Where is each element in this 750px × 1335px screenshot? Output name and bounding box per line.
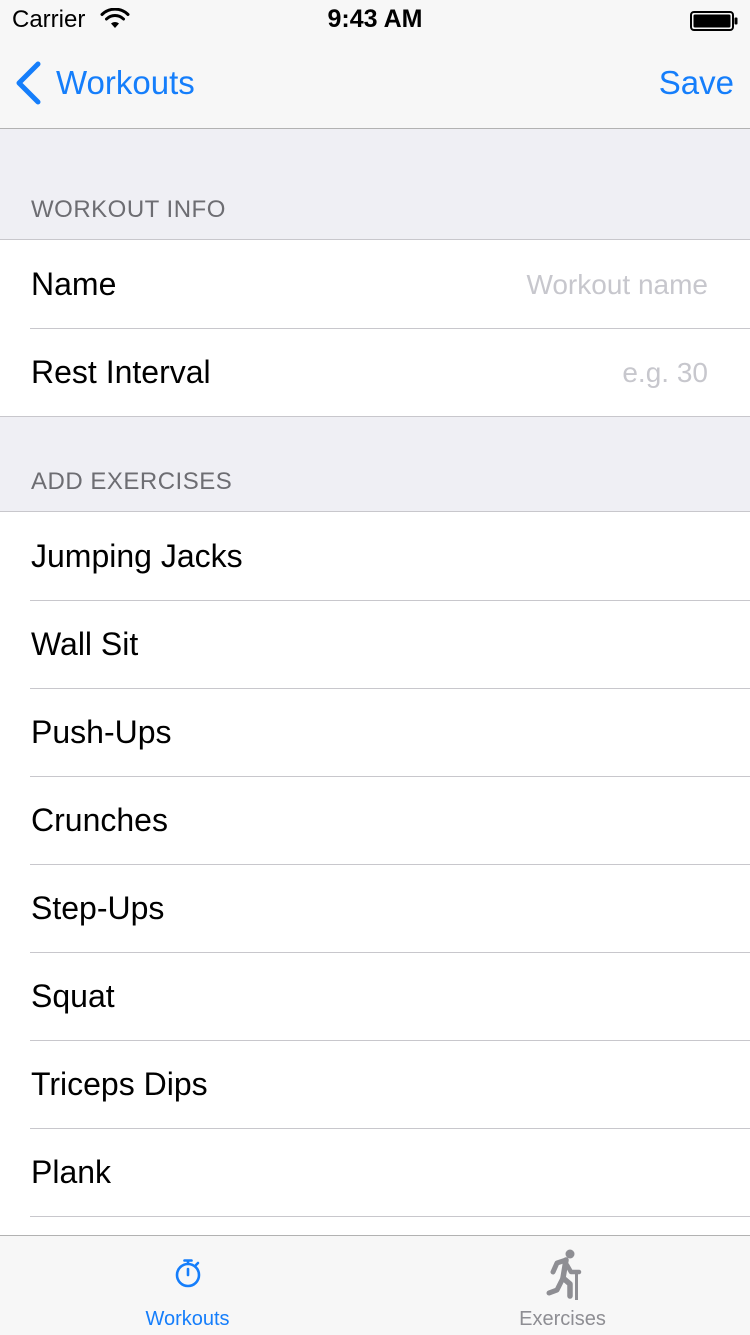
navigation-bar: Workouts Save: [0, 40, 750, 129]
tab-bar: Workouts Exercises: [0, 1235, 750, 1335]
workout-name-field[interactable]: [346, 240, 710, 330]
name-row[interactable]: Name: [0, 240, 750, 330]
exercise-label: Push-Ups: [31, 713, 172, 750]
exercise-label: Step-Ups: [31, 889, 165, 926]
list-item[interactable]: [0, 1216, 750, 1236]
section-header-workout-info: WORKOUT INFO: [31, 196, 226, 223]
status-time: 9:43 AM: [327, 5, 423, 33]
list-item[interactable]: Jumping Jacks: [0, 512, 750, 600]
list-item[interactable]: Plank: [0, 1128, 750, 1216]
rest-interval-label: Rest Interval: [31, 353, 211, 390]
tab-exercises-label: Exercises: [519, 1308, 606, 1330]
section-header-add-exercises: ADD EXERCISES: [31, 468, 233, 495]
rest-interval-row[interactable]: Rest Interval: [0, 328, 750, 418]
exercise-label: Triceps Dips: [31, 1065, 208, 1102]
tab-workouts[interactable]: Workouts: [0, 1236, 375, 1335]
chevron-left-icon: [16, 61, 41, 105]
status-bar: Carrier 9:43 AM: [0, 0, 750, 40]
list-item[interactable]: Push-Ups: [0, 688, 750, 776]
name-label: Name: [31, 265, 117, 302]
exercise-list: Jumping Jacks Wall Sit Push-Ups Crunches…: [0, 511, 750, 1236]
list-item[interactable]: Triceps Dips: [0, 1040, 750, 1128]
stopwatch-icon: [175, 1259, 200, 1288]
workout-info-group: Name Rest Interval: [0, 239, 750, 418]
list-item[interactable]: Wall Sit: [0, 600, 750, 688]
exercise-label: Wall Sit: [31, 625, 139, 662]
exercise-label: Squat: [31, 977, 115, 1014]
exercise-label: Plank: [31, 1153, 112, 1190]
list-item[interactable]: Squat: [0, 952, 750, 1040]
rest-interval-field[interactable]: [346, 328, 710, 418]
tab-exercises[interactable]: Exercises: [375, 1236, 750, 1335]
back-button[interactable]: Workouts: [14, 58, 195, 108]
back-button-label: Workouts: [56, 64, 195, 101]
running-person-icon: [546, 1249, 581, 1300]
list-item[interactable]: Crunches: [0, 776, 750, 864]
exercise-label: Crunches: [31, 801, 168, 838]
save-button[interactable]: Save: [659, 58, 734, 108]
list-item[interactable]: Step-Ups: [0, 864, 750, 952]
exercise-label: Jumping Jacks: [31, 537, 243, 574]
tab-workouts-label: Workouts: [145, 1308, 230, 1330]
battery-icon: [690, 11, 738, 31]
